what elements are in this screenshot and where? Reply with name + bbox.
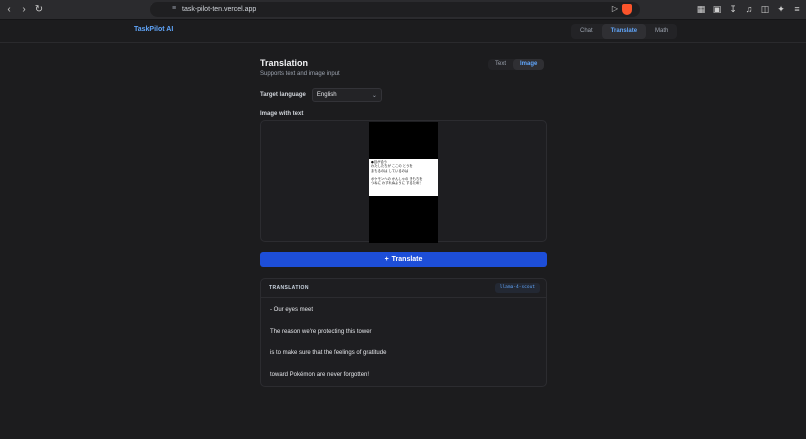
download-icon[interactable]: ↧ (728, 3, 738, 15)
translation-line: is to make sure that the feelings of gra… (270, 350, 387, 356)
translation-line: toward Pokémon are never forgotten! (270, 371, 370, 378)
forward-icon[interactable]: › (18, 4, 30, 16)
media-icon[interactable]: ♫ (744, 3, 754, 15)
image-label: Image with text (260, 111, 304, 117)
nav-tab-math[interactable]: Math (646, 24, 677, 39)
translation-result: TRANSLATION llama-4-scout - Our eyes mee… (260, 278, 547, 387)
target-language-select[interactable]: English ⌄ (311, 88, 382, 102)
mode-image-button[interactable]: Image (513, 59, 545, 70)
image-upload-area[interactable]: ●目が合う わたしたちが ここの とうを まもるのは しているのは ポケモンへの… (260, 120, 547, 243)
translation-panel: Translation Supports text and image inpu… (260, 58, 547, 387)
translation-line: The reason we're protecting this tower (270, 328, 372, 335)
app-header: TaskPilot AI Chat Translate Math (0, 20, 806, 43)
main-nav: Chat Translate Math (571, 24, 678, 39)
mode-text-button[interactable]: Text (488, 59, 513, 70)
back-icon[interactable]: ‹ (3, 4, 15, 16)
result-header: TRANSLATION llama-4-scout (261, 279, 546, 298)
plus-icon: + (384, 256, 389, 263)
target-language-row: Target language English ⌄ (260, 88, 382, 102)
address-bar[interactable]: ≡ task-pilot-ten.vercel.app ▷ (150, 2, 640, 17)
brand-logo[interactable]: TaskPilot AI (134, 26, 173, 33)
image-text-line: つねに わすれぬように するため！ (371, 181, 423, 186)
reload-icon[interactable]: ↻ (33, 4, 45, 16)
play-icon[interactable]: ▷ (612, 4, 618, 13)
translation-line: - Our eyes meet (270, 307, 314, 313)
sidebar-icon[interactable]: ◫ (760, 3, 770, 15)
nav-tab-translate[interactable]: Translate (601, 24, 647, 39)
menu-icon[interactable]: ≡ (792, 3, 802, 15)
model-badge: llama-4-scout (494, 283, 540, 293)
result-body: - Our eyes meet The reason we're protect… (261, 298, 546, 393)
nav-tab-chat[interactable]: Chat (571, 24, 602, 39)
chevron-down-icon[interactable]: ⌄ (372, 92, 377, 99)
translate-button-label: Translate (391, 256, 423, 263)
brave-shield-icon[interactable] (622, 4, 632, 15)
tab-icon[interactable]: ▣ (712, 3, 722, 15)
extensions-icon[interactable]: ▦ (696, 3, 706, 15)
site-info-icon[interactable]: ≡ (170, 5, 178, 13)
image-dialog-box: ●目が合う わたしたちが ここの とうを まもるのは しているのは ポケモンへの… (369, 159, 438, 196)
uploaded-image: ●目が合う わたしたちが ここの とうを まもるのは しているのは ポケモンへの… (369, 122, 438, 243)
url-text[interactable]: task-pilot-ten.vercel.app (182, 6, 256, 13)
result-title: TRANSLATION (269, 285, 309, 291)
target-language-value[interactable]: English (317, 92, 337, 98)
target-language-label: Target language (260, 92, 306, 98)
input-mode-toggle: Text Image (488, 59, 545, 70)
browser-toolbar: ‹ › ↻ ☐ ≡ task-pilot-ten.vercel.app ▷ ▦ … (0, 0, 806, 20)
page-subtitle: Supports text and image input (260, 71, 340, 77)
leo-icon[interactable]: ✦ (776, 3, 786, 15)
translate-button[interactable]: + Translate (260, 252, 547, 267)
